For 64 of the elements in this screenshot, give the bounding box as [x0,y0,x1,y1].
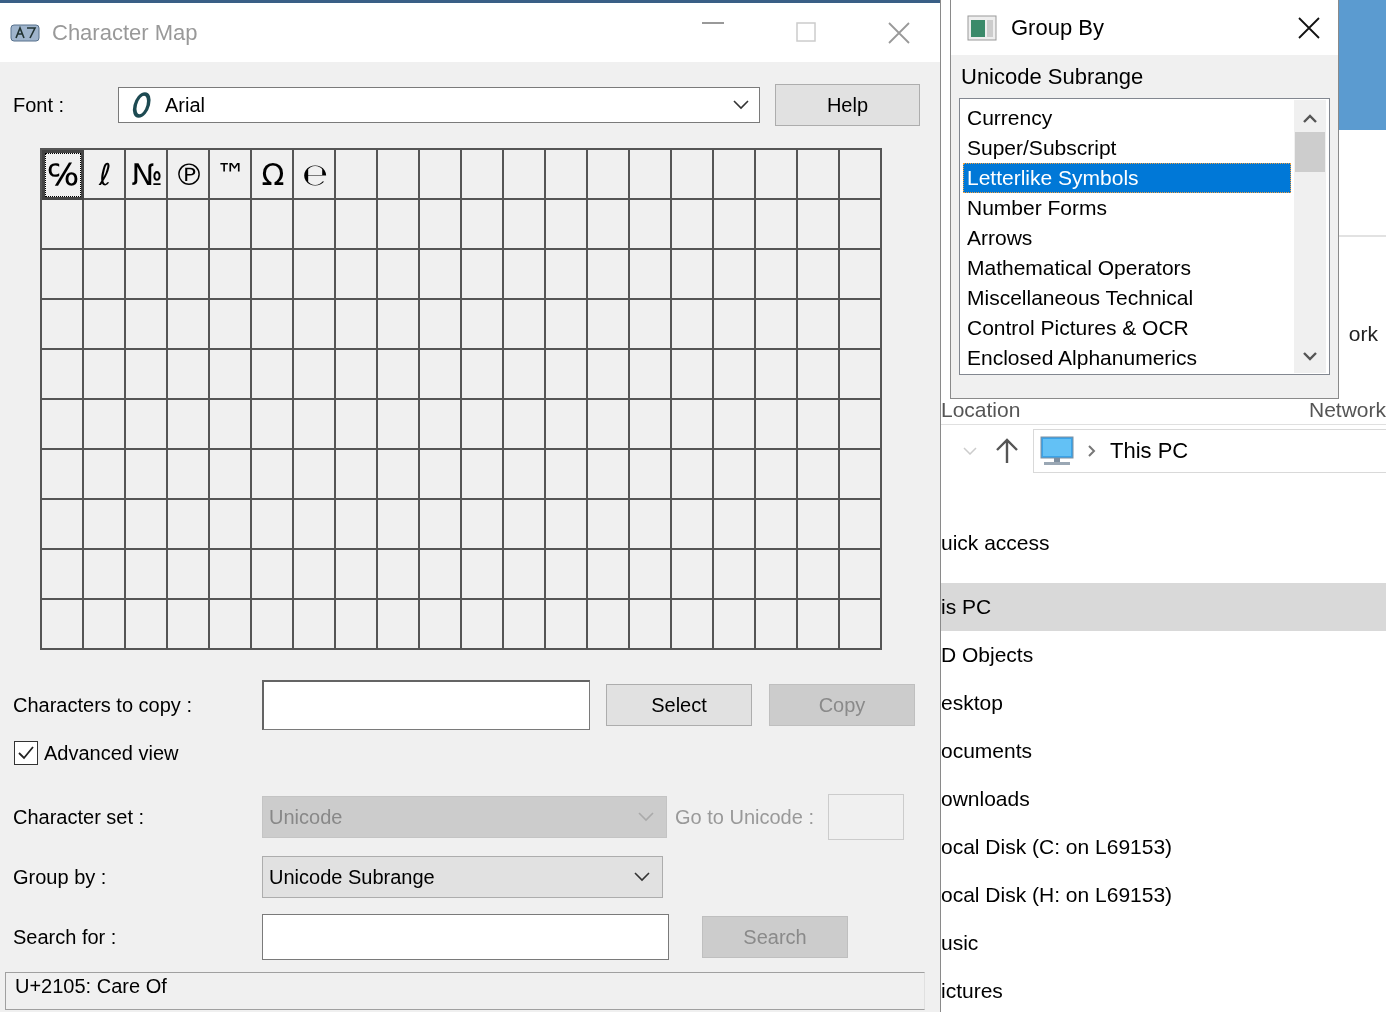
list-item[interactable]: Super/Subscript [963,133,1291,163]
character-cell[interactable]: Ω [252,150,294,200]
chevron-down-icon [733,100,749,110]
status-bar: U+2105: Care Of [5,972,925,1010]
address-text: This PC [1110,438,1189,464]
character-cell[interactable]: ℗ [168,150,210,200]
sidebar-item[interactable]: ocuments [941,727,1386,775]
window-icon [967,14,997,41]
sidebar-item[interactable]: is PC [941,583,1386,631]
sidebar-item[interactable]: D Objects [941,631,1386,679]
list-item[interactable]: Letterlike Symbols [963,163,1291,193]
scrollbar[interactable] [1294,100,1326,373]
window-title: Character Map [52,19,198,46]
popup-title: Group By [1011,14,1104,41]
font-type-icon [131,92,153,118]
group-heading: Unicode Subrange [960,63,1145,91]
address-bar[interactable]: This PC [1033,429,1386,473]
field-label: Go to Unicode : [675,805,814,829]
ribbon-group-label: Network [1308,398,1386,423]
list-item[interactable]: Enclosed Alphanumerics [963,343,1291,373]
list-item[interactable]: Miscellaneous Technical [963,283,1291,313]
ribbon-group-label: Location [941,398,1021,423]
checkbox-label: Advanced view [44,741,179,765]
sidebar-item[interactable]: usic [941,919,1386,967]
advanced-view-checkbox[interactable] [14,741,38,765]
select-button[interactable]: Select [606,684,752,726]
font-dropdown[interactable]: Arial [118,87,760,123]
sidebar-item[interactable]: uick access [941,519,1386,567]
sidebar-item[interactable]: ocal Disk (H: on L69153) [941,871,1386,919]
font-label: Font : [12,93,66,117]
list-item[interactable]: Control Pictures & OCR [963,313,1291,343]
ribbon-label: ork [1348,322,1378,347]
field-label: Group by : [12,865,108,889]
characters-to-copy-field[interactable] [262,680,590,730]
minimize-icon[interactable] [702,21,724,24]
scrollbar-thumb[interactable] [1295,132,1325,172]
list-item[interactable]: Currency [963,103,1291,133]
field-label: Character set : [12,805,146,829]
character-cell[interactable]: ℅ [42,150,84,200]
help-button[interactable]: Help [775,84,920,126]
character-cell[interactable]: № [126,150,168,200]
character-cell[interactable]: ℮ [294,150,336,200]
group-by-dropdown[interactable]: Unicode Subrange [262,856,663,898]
list-item[interactable]: Mathematical Operators [963,253,1291,283]
sidebar-item[interactable]: esktop [941,679,1386,727]
field-label: Search for : [12,925,118,949]
chevron-down-icon [634,872,650,882]
sidebar-item[interactable]: ictures [941,967,1386,1012]
scroll-up-icon[interactable] [1303,114,1317,124]
chevron-right-icon[interactable] [1088,445,1096,457]
chevron-down-icon [638,812,654,822]
list-item[interactable]: Arrows [963,223,1291,253]
app-icon [10,22,40,43]
search-field[interactable] [262,914,669,960]
computer-icon [1040,436,1074,466]
close-icon[interactable] [1298,16,1320,39]
list-item[interactable]: Number Forms [963,193,1291,223]
character-cell[interactable]: ™ [210,150,252,200]
scroll-down-icon[interactable] [1303,351,1317,361]
sidebar-item[interactable]: ocal Disk (C: on L69153) [941,823,1386,871]
sidebar-item[interactable]: ownloads [941,775,1386,823]
field-label: Characters to copy : [12,693,193,717]
up-arrow-icon[interactable] [995,438,1019,464]
character-cell[interactable]: ℓ [84,150,126,200]
